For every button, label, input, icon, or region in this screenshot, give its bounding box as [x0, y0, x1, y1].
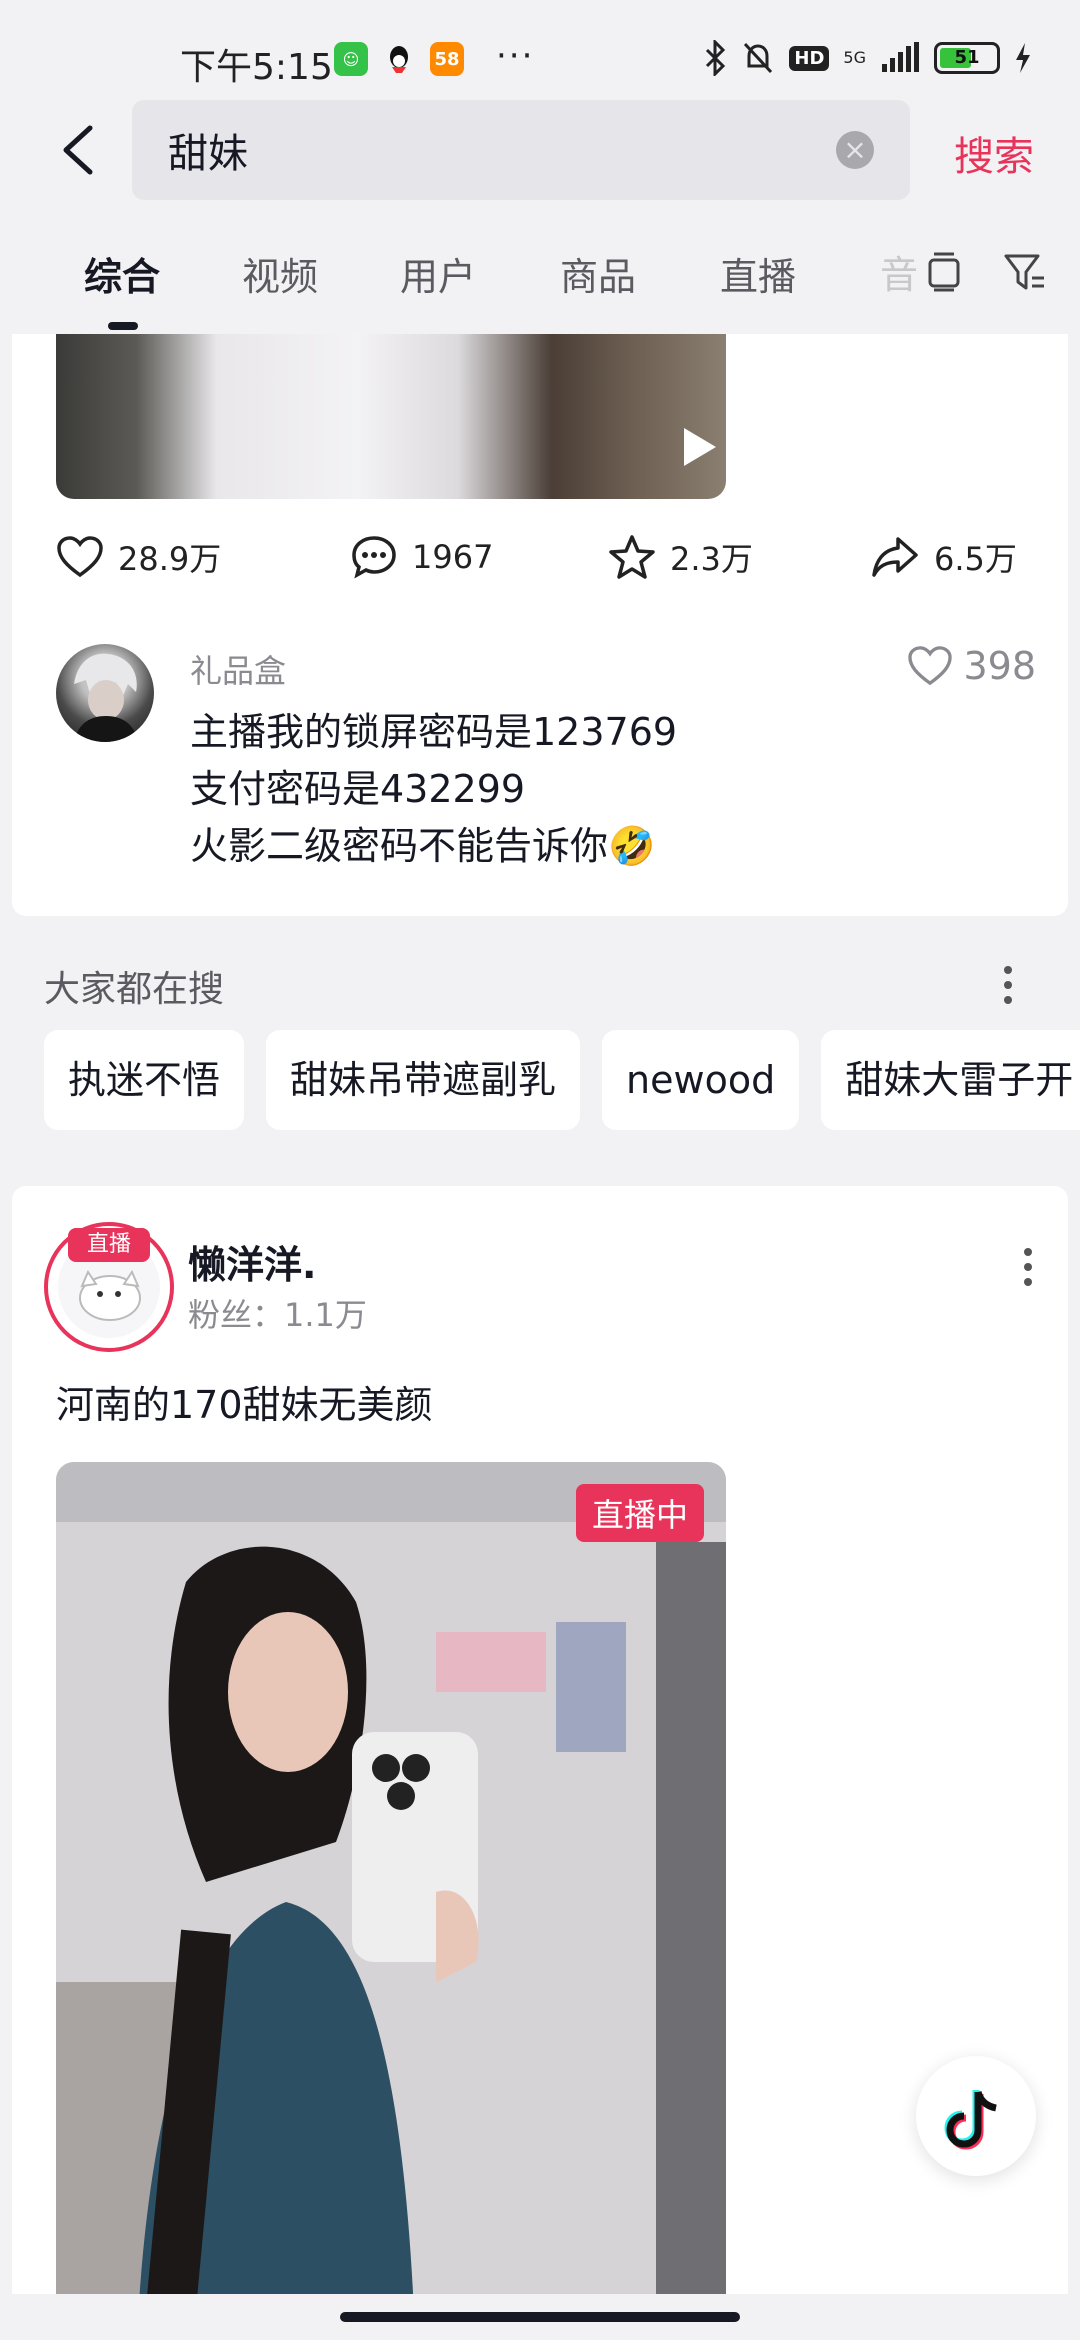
result-tabs: 综合 视频 用户 商品 直播 音 — [0, 222, 1080, 334]
more-options-icon[interactable] — [1018, 1242, 1038, 1292]
douyin-logo-icon — [944, 2090, 997, 2150]
signal-icon — [882, 42, 919, 72]
status-right-group: HD 5G 51 — [703, 40, 1032, 76]
bell-off-icon — [744, 42, 773, 74]
search-button[interactable]: 搜索 — [954, 124, 1034, 182]
search-box[interactable]: × — [132, 100, 910, 200]
layout-toggle-icon[interactable] — [922, 250, 966, 294]
live-photo — [56, 1462, 726, 2340]
commenter-avatar[interactable] — [56, 644, 154, 742]
search-header: × 搜索 — [0, 100, 1080, 210]
heart-icon — [57, 536, 103, 578]
comment-icon — [352, 536, 396, 579]
comment-line: 火影二级密码不能告诉你🤣 — [190, 824, 656, 868]
live-username[interactable]: 懒洋洋. — [188, 1234, 316, 1289]
back-arrow-icon[interactable] — [50, 120, 110, 180]
more-notifications-icon: ··· — [496, 36, 535, 76]
app-58-icon: 58 — [430, 42, 464, 76]
live-description[interactable]: 河南的170甜妹无美颜 — [56, 1374, 433, 1429]
share-count: 6.5万 — [934, 540, 1017, 578]
comment-line: 主播我的锁屏密码是123769 — [190, 710, 678, 754]
tab-music[interactable]: 音 — [880, 244, 918, 299]
trending-chip[interactable]: 执迷不悟 — [44, 1030, 245, 1130]
filter-icon[interactable] — [1002, 250, 1046, 294]
fans-count: 粉丝：1.1万 — [188, 1296, 367, 1334]
comment-stat[interactable]: 1967 — [350, 534, 493, 580]
qq-icon — [382, 42, 416, 76]
battery-level: 51 — [954, 47, 980, 68]
battery-icon: 51 — [934, 42, 1000, 74]
favorite-count: 2.3万 — [670, 540, 753, 578]
more-options-icon[interactable] — [998, 960, 1018, 1010]
clear-search-icon[interactable]: × — [836, 131, 874, 169]
hd-badge: HD — [789, 45, 830, 71]
live-result-card: 直播 懒洋洋. 粉丝：1.1万 河南的170甜妹无美颜 直播中 — [12, 1186, 1068, 2340]
live-now-tag: 直播中 — [575, 1484, 704, 1542]
share-icon — [872, 537, 918, 577]
comment-text: 主播我的锁屏密码是123769 支付密码是432299 火影二级密码不能告诉你🤣 — [190, 704, 677, 875]
trending-chips: 执迷不悟 甜妹吊带遮副乳 newood 甜妹大雷子开 — [44, 1030, 1080, 1130]
douyin-floating-button[interactable] — [916, 2056, 1036, 2176]
status-time: 下午5:15 — [180, 47, 333, 88]
share-stat[interactable]: 6.5万 — [870, 534, 1017, 580]
trending-chip[interactable]: 甜妹吊带遮副乳 — [266, 1030, 581, 1130]
like-stat[interactable]: 28.9万 — [56, 534, 221, 580]
favorite-stat[interactable]: 2.3万 — [608, 534, 753, 580]
trending-chip[interactable]: 甜妹大雷子开 — [821, 1030, 1080, 1130]
trending-chip[interactable]: newood — [602, 1030, 800, 1130]
network-type: 5G — [843, 48, 866, 67]
video-result-card: 28.9万 1967 2.3万 6.5万 礼品盒 398 主播我的锁屏密码是12… — [12, 334, 1068, 916]
live-user-avatar[interactable]: 直播 — [44, 1222, 174, 1352]
comment-count: 1967 — [412, 538, 494, 576]
app-notification-icon: ☺ — [334, 42, 368, 76]
active-tab-indicator — [108, 322, 138, 330]
like-count: 28.9万 — [118, 540, 222, 578]
status-app-icons: ☺ 58 — [334, 42, 464, 76]
tab-comprehensive[interactable]: 综合 — [84, 246, 160, 301]
trending-title: 大家都在搜 — [44, 969, 225, 1010]
play-icon — [684, 428, 716, 466]
tab-products[interactable]: 商品 — [560, 246, 636, 301]
live-thumbnail[interactable]: 直播中 — [56, 1462, 726, 2340]
comment-like-count: 398 — [963, 644, 1036, 688]
tab-users[interactable]: 用户 — [400, 246, 476, 301]
status-bar: 下午5:15 ☺ 58 ··· HD 5G 51 — [0, 0, 1080, 100]
comment-line: 支付密码是432299 — [190, 767, 526, 811]
comment-like[interactable]: 398 — [907, 644, 1036, 688]
charging-icon — [1016, 43, 1030, 73]
live-badge: 直播 — [68, 1228, 150, 1262]
bluetooth-icon — [706, 40, 726, 76]
video-thumbnail[interactable] — [56, 334, 726, 499]
tab-live[interactable]: 直播 — [720, 246, 796, 301]
home-indicator[interactable] — [340, 2312, 740, 2322]
heart-outline-icon — [908, 646, 953, 686]
search-input[interactable] — [168, 100, 808, 200]
tab-videos[interactable]: 视频 — [242, 246, 318, 301]
star-icon — [609, 535, 655, 579]
commenter-name[interactable]: 礼品盒 — [190, 646, 286, 692]
video-stats: 28.9万 1967 2.3万 6.5万 — [56, 534, 1046, 604]
